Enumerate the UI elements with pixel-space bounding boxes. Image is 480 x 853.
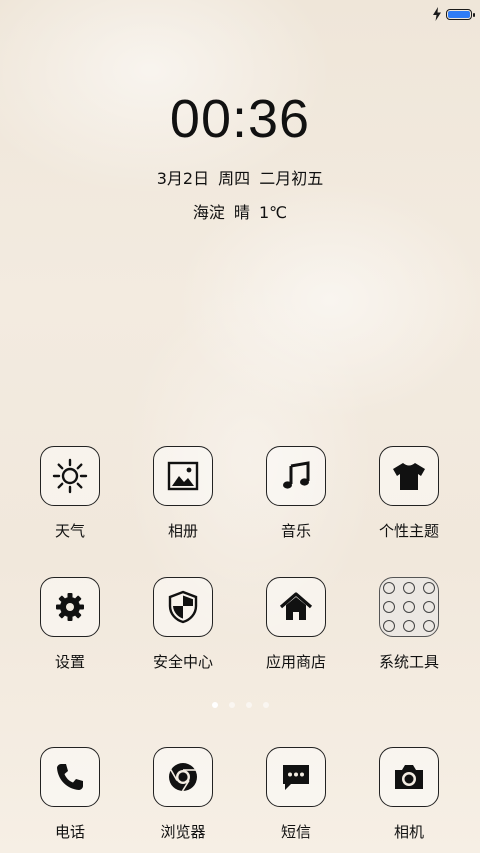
sms-tile[interactable] xyxy=(266,747,326,807)
phone-icon xyxy=(57,764,83,790)
weather-text: 海淀 晴 1℃ xyxy=(192,203,288,222)
music-tile[interactable] xyxy=(266,446,326,506)
page-dot[interactable] xyxy=(211,702,218,708)
battery-icon xyxy=(446,8,475,20)
dock-camera[interactable]: 相机 xyxy=(359,747,459,842)
app-label: 相册 xyxy=(167,522,198,540)
app-label: 短信 xyxy=(280,823,311,841)
battery-fill xyxy=(448,10,470,18)
sun-icon xyxy=(52,458,88,494)
image-icon xyxy=(167,461,199,491)
app-themes[interactable]: 个性主题 xyxy=(359,446,459,541)
weather-tile[interactable] xyxy=(40,446,100,506)
calculator-icon xyxy=(423,601,435,613)
app-label: 天气 xyxy=(54,522,85,540)
folder-icon xyxy=(383,582,435,632)
date-text: 3月2日 周四 二月初五 xyxy=(156,169,324,188)
app-label: 个性主题 xyxy=(378,522,439,540)
home-icon xyxy=(279,592,313,620)
gear-icon xyxy=(56,593,84,621)
app-label: 安全中心 xyxy=(152,653,213,671)
fm-radio-icon xyxy=(423,582,435,594)
location-icon xyxy=(403,620,415,632)
camera-icon xyxy=(395,765,423,789)
dock-browser[interactable]: 浏览器 xyxy=(133,747,233,842)
tshirt-icon xyxy=(393,463,425,490)
bolt-icon xyxy=(433,7,441,21)
themes-tile[interactable] xyxy=(379,446,439,506)
page-indicator[interactable] xyxy=(0,702,480,708)
clock: 00:36 xyxy=(169,89,311,149)
chrome-icon xyxy=(169,763,197,792)
app-system-tools[interactable]: 系统工具 xyxy=(359,577,459,672)
shield-icon xyxy=(168,590,198,624)
recorder-icon xyxy=(383,601,395,613)
app-security[interactable]: 安全中心 xyxy=(133,577,233,672)
security-tile[interactable] xyxy=(153,577,213,637)
clock-icon xyxy=(403,582,415,594)
app-weather[interactable]: 天气 xyxy=(20,446,120,541)
appstore-tile[interactable] xyxy=(266,577,326,637)
app-label: 音乐 xyxy=(280,522,311,540)
app-settings[interactable]: 设置 xyxy=(20,577,120,672)
page-dot[interactable] xyxy=(262,702,269,708)
app-music[interactable]: 音乐 xyxy=(246,446,346,541)
camera-tile[interactable] xyxy=(379,747,439,807)
app-label: 浏览器 xyxy=(160,823,206,841)
compass-icon xyxy=(403,601,415,613)
app-appstore[interactable]: 应用商店 xyxy=(246,577,346,672)
app-label: 电话 xyxy=(54,823,85,841)
page-dot[interactable] xyxy=(228,702,235,708)
browser-tile[interactable] xyxy=(153,747,213,807)
chat-icon xyxy=(283,765,309,790)
page-dot[interactable] xyxy=(245,702,252,708)
app-label: 设置 xyxy=(54,653,85,671)
scanner-icon xyxy=(383,620,395,632)
app-label: 相机 xyxy=(393,823,424,841)
system-tools-folder[interactable] xyxy=(379,577,439,637)
settings-tile[interactable] xyxy=(40,577,100,637)
status-bar xyxy=(432,6,475,22)
app-gallery[interactable]: 相册 xyxy=(133,446,233,541)
cleaner-icon xyxy=(423,620,435,632)
app-label: 应用商店 xyxy=(265,653,326,671)
music-note-icon xyxy=(283,461,310,489)
contacts-icon xyxy=(383,582,395,594)
gallery-tile[interactable] xyxy=(153,446,213,506)
dock-phone[interactable]: 电话 xyxy=(20,747,120,842)
phone-tile[interactable] xyxy=(40,747,100,807)
dock-sms[interactable]: 短信 xyxy=(246,747,346,842)
app-label: 系统工具 xyxy=(378,653,439,671)
